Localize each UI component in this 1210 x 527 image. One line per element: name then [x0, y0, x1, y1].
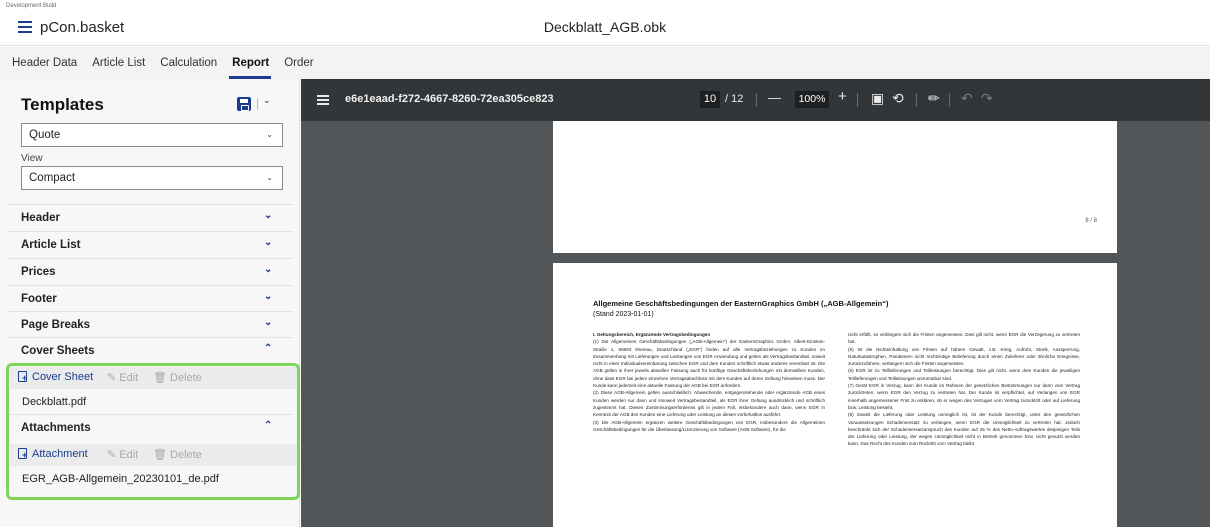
agb-paragraph: (1) Die Allgemeinen Geschäftsbedingungen…: [593, 339, 825, 389]
chevron-down-icon: ⌄: [264, 210, 273, 221]
view-select[interactable]: Compact ⌄: [21, 166, 283, 190]
section-label: Header: [21, 212, 60, 224]
menu-icon[interactable]: [317, 95, 329, 105]
save-icon[interactable]: [237, 97, 251, 111]
agb-title: Allgemeine Geschäftsbedingungen der East…: [593, 299, 889, 308]
chevron-down-icon: ⌄: [264, 237, 273, 248]
section-cover-sheets[interactable]: Cover Sheets ⌃: [7, 337, 293, 364]
section-footer[interactable]: Footer ⌄: [7, 285, 293, 312]
agb-left-column: I. Geltungsbereich, Ergänzende Vertragsb…: [593, 331, 825, 433]
agb-paragraph: (5) Ist die Nichteinhaltung von Fristen …: [848, 346, 1080, 367]
section-label: Prices: [21, 266, 56, 278]
chevron-down-icon: ⌄: [266, 130, 273, 139]
section-label: Cover Sheets: [21, 345, 95, 357]
pdf-document-id: e6e1eaad-f272-4667-8260-72ea305ce823: [345, 93, 554, 105]
pdf-viewer-toolbar: e6e1eaad-f272-4667-8260-72ea305ce823 10 …: [301, 79, 1210, 121]
toolbar-divider: [916, 93, 917, 107]
section-label: Page Breaks: [21, 319, 91, 331]
app-name: pCon.basket: [40, 19, 125, 36]
agb-paragraph: (7) Gerät EGR in Verzug, kann der Kunde …: [848, 383, 1080, 410]
chevron-down-icon[interactable]: ⌄: [263, 95, 271, 106]
section-header[interactable]: Header ⌄: [7, 204, 293, 231]
templates-title: Templates: [21, 95, 104, 114]
chevron-down-icon: ⌄: [264, 291, 273, 302]
zoom-in-button[interactable]: +: [838, 88, 847, 105]
tab-report[interactable]: Report: [225, 47, 277, 79]
highlight-frame: [6, 363, 300, 500]
agb-paragraph: (6) EGR ist zu Teillieferungen und Teill…: [848, 368, 1080, 381]
fit-page-icon[interactable]: ▣: [871, 90, 884, 107]
template-select-value: Quote: [29, 129, 61, 141]
tab-article-list[interactable]: Article List: [85, 47, 153, 79]
page-number-input[interactable]: 10: [700, 91, 720, 108]
rotate-icon[interactable]: ⟲: [892, 90, 904, 107]
section-article-list[interactable]: Article List ⌄: [7, 231, 293, 258]
agb-subtitle: (Stand 2023-01-01): [593, 311, 654, 318]
main-tabs: Header Data Article List Calculation Rep…: [0, 47, 1210, 79]
annotate-icon[interactable]: ✏: [928, 90, 940, 107]
section-page-breaks[interactable]: Page Breaks ⌄: [7, 311, 293, 338]
tab-header-data[interactable]: Header Data: [0, 47, 85, 79]
page-total: / 12: [725, 93, 744, 105]
document-title: Deckblatt_AGB.obk: [543, 19, 667, 35]
toolbar-divider: [857, 93, 858, 107]
title-bar: Development Build pCon.basket Deckblatt_…: [0, 0, 1210, 46]
chevron-down-icon: ⌄: [264, 264, 273, 275]
dev-build-label: Development Build: [6, 3, 57, 9]
view-label: View: [21, 153, 43, 164]
agb-paragraph: (3) Die AGB-Allgemein ergänzen weitere G…: [593, 419, 825, 432]
pdf-page: Allgemeine Geschäftsbedingungen der East…: [553, 263, 1117, 527]
tab-calculation[interactable]: Calculation: [153, 47, 225, 79]
pdf-viewer[interactable]: 8 / 8 Allgemeine Geschäftsbedingungen de…: [301, 121, 1210, 527]
section-prices[interactable]: Prices ⌄: [7, 258, 293, 285]
toolbar-divider: [756, 93, 757, 107]
chevron-down-icon: ⌄: [266, 173, 273, 182]
section-label: Footer: [21, 293, 57, 305]
zoom-input[interactable]: 100%: [795, 91, 829, 108]
agb-section-heading: I. Geltungsbereich, Ergänzende Vertragsb…: [593, 332, 711, 337]
app-window: Development Build pCon.basket Deckblatt_…: [0, 0, 1210, 527]
toolbar-divider: [949, 93, 950, 107]
view-select-value: Compact: [29, 172, 76, 184]
template-select[interactable]: Quote ⌄: [21, 123, 283, 147]
agb-right-column: nicht erfüllt, so verlängern sich die Fr…: [848, 331, 1080, 448]
section-label: Article List: [21, 239, 81, 251]
page-footer-number: 8 / 8: [1085, 218, 1097, 224]
toolbar-divider: [257, 98, 258, 110]
pdf-page: 8 / 8: [553, 121, 1117, 253]
agb-paragraph: (2) Diese AGB-Allgemein gelten ausschlie…: [593, 390, 825, 418]
menu-icon[interactable]: [18, 21, 32, 33]
agb-paragraph: (8) Soweit die Lieferung oder Leistung u…: [848, 412, 1080, 447]
tab-order[interactable]: Order: [277, 47, 321, 79]
zoom-out-button[interactable]: —: [768, 90, 781, 105]
chevron-down-icon: ⌄: [264, 317, 273, 328]
undo-icon[interactable]: ↶: [961, 90, 973, 107]
chevron-up-icon: ⌃: [264, 343, 273, 354]
agb-paragraph: nicht erfüllt, so verlängern sich die Fr…: [848, 332, 1080, 345]
redo-icon[interactable]: ↷: [981, 90, 993, 107]
